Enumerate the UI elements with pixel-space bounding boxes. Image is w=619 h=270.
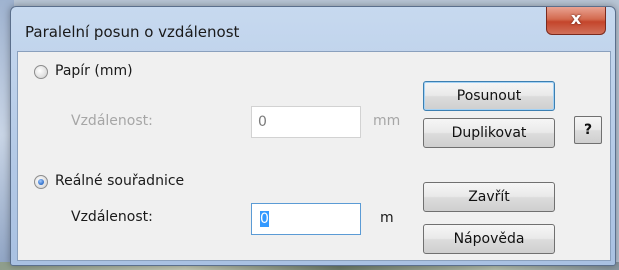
title-bar[interactable]: Paralelní posun o vzdálenost x	[11, 7, 615, 51]
close-icon: x	[570, 9, 582, 28]
dialog-client-area: Papír (mm) Vzdálenost: mm Reálné souřadn…	[17, 51, 611, 261]
paper-distance-label: Vzdálenost:	[71, 113, 153, 129]
real-coordinates-radio-label[interactable]: Reálné souřadnice	[55, 173, 184, 189]
window-title: Paralelní posun o vzdálenost	[25, 23, 240, 41]
dialog-window: Paralelní posun o vzdálenost x Papír (mm…	[10, 6, 616, 266]
close-button[interactable]: Zavřít	[423, 182, 555, 212]
duplicate-button[interactable]: Duplikovat	[423, 118, 555, 148]
question-mark-icon: ?	[583, 122, 593, 138]
help-button[interactable]: Nápověda	[423, 224, 555, 254]
real-distance-value: 0	[260, 211, 269, 227]
paper-unit-label: mm	[373, 113, 401, 129]
move-button[interactable]: Posunout	[423, 81, 555, 111]
real-coordinates-radio[interactable]	[34, 175, 48, 189]
close-window-button[interactable]: x	[546, 7, 606, 35]
real-distance-input[interactable]: 0	[251, 203, 361, 235]
help-question-button[interactable]: ?	[574, 116, 602, 144]
real-distance-label: Vzdálenost:	[71, 209, 153, 225]
paper-radio[interactable]	[34, 65, 48, 79]
paper-distance-input[interactable]	[251, 106, 361, 138]
real-unit-label: m	[380, 210, 394, 226]
paper-radio-label[interactable]: Papír (mm)	[55, 63, 133, 79]
